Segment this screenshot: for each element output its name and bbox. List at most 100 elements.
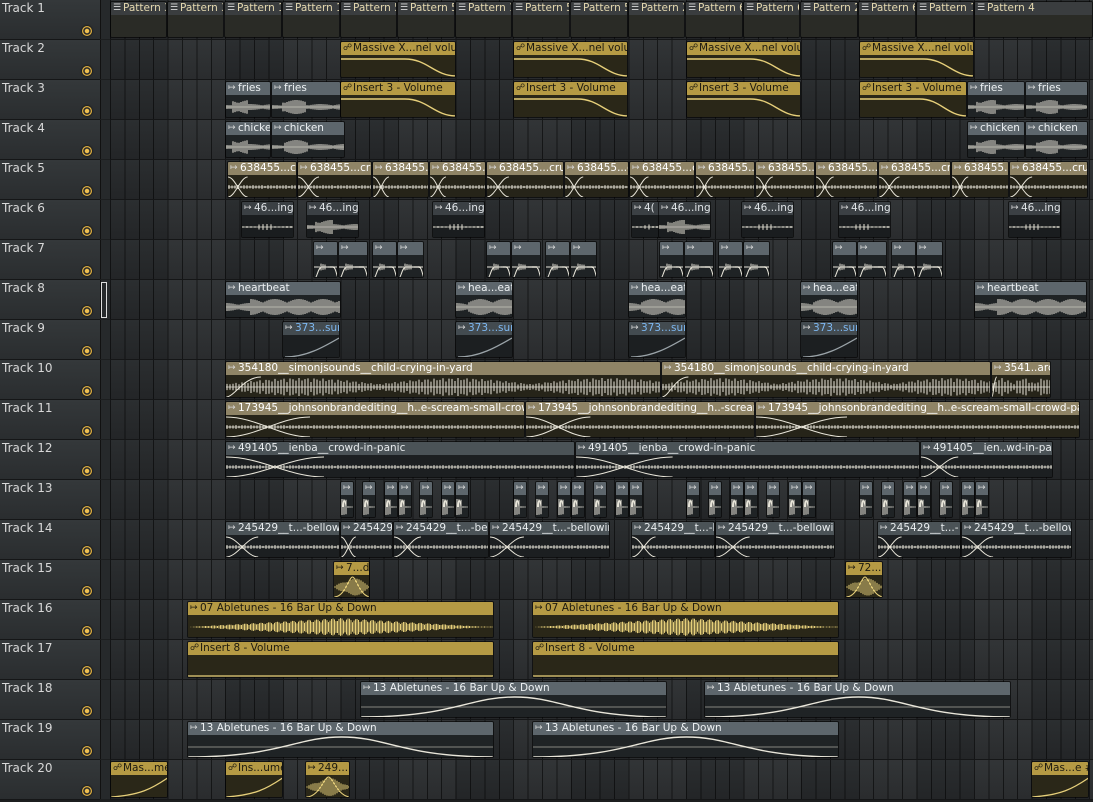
clip-title[interactable]: heartbeat xyxy=(975,282,1086,295)
clip[interactable]: ↦ xyxy=(372,241,397,278)
clip-07-abletunes-16-bar-up-down[interactable]: 07 Abletunes - 16 Bar Up & Down ↦ xyxy=(187,601,494,638)
clip-638455-cru[interactable]: 638455...cru↦ xyxy=(564,161,629,198)
clip-title[interactable]: 638455...crunc xyxy=(487,162,563,175)
clip-245429-t-b[interactable]: 245429__t...-b ↦ xyxy=(631,521,715,558)
track-mute-button[interactable] xyxy=(82,626,92,636)
clip-title[interactable]: fries xyxy=(272,82,340,95)
clip-245429-t-bellowing[interactable]: 245429__t...-bellowing↦ xyxy=(489,521,610,558)
track-lane[interactable]: Mas...me☍ Ins...ume☍ 249...ls↦ Mas...e #2☍ xyxy=(110,760,1093,800)
clip-title[interactable]: 245429__t...-b xyxy=(632,522,714,535)
clip-fries[interactable]: fries ↦ xyxy=(225,81,271,118)
clip-46-ing[interactable]: 46...ing ↦ xyxy=(241,201,294,238)
track-mute-button[interactable] xyxy=(82,66,92,76)
track-header[interactable]: Track 14 xyxy=(0,520,100,560)
clip-title[interactable]: Insert 3 - Volume xyxy=(687,82,800,95)
clip-massive-x-nel-volume[interactable]: Massive X...nel volume☍ xyxy=(686,41,801,78)
clip-13-abletunes-16-bar-up-down[interactable]: 13 Abletunes - 16 Bar Up & Down ↦ xyxy=(532,721,839,758)
clip[interactable]: ↦ xyxy=(615,481,629,518)
clip-title[interactable]: 491405__ienba__crowd-in-panic xyxy=(226,442,574,455)
clip-638455-crun[interactable]: 638455...crun↦ xyxy=(815,161,878,198)
clip-46-ing[interactable]: 46...ing ↦ xyxy=(741,201,794,238)
track-mute-button[interactable] xyxy=(82,586,92,596)
clip-245429-t[interactable]: 245429__t...- ↦ xyxy=(877,521,961,558)
track-mute-button[interactable] xyxy=(82,146,92,156)
clip-title[interactable]: 13 Abletunes - 16 Bar Up & Down xyxy=(705,682,1010,695)
track-lane[interactable]: 7...d↦ 72...d↦ xyxy=(110,560,1093,600)
clip-245429-t-bellowing[interactable]: 245429__t...-bellowing↦ xyxy=(961,521,1072,558)
track-header[interactable]: Track 2 xyxy=(0,40,100,80)
clip-pattern-1[interactable]: Pattern 1☰ xyxy=(455,1,512,38)
clip-title[interactable]: 245429__t...- xyxy=(878,522,960,535)
clip-pattern-5[interactable]: Pattern 5☰ xyxy=(397,1,455,38)
track-mute-button[interactable] xyxy=(82,106,92,116)
clip-title[interactable]: 245429__t...-bellow xyxy=(226,522,339,535)
track-header[interactable]: Track 7 xyxy=(0,240,100,280)
clip-fries[interactable]: fries ↦ xyxy=(1025,81,1088,118)
clip-title[interactable]: Insert 3 - Volume xyxy=(341,82,455,95)
track-lane[interactable]: 373...sum↦ 373...sum↦ 373...sum↦ 373...sum↦ xyxy=(110,320,1093,360)
track-header[interactable]: Track 10 xyxy=(0,360,100,400)
clip[interactable]: ↦ xyxy=(511,241,541,278)
track-header[interactable]: Track 19 xyxy=(0,720,100,760)
track-mute-button[interactable] xyxy=(82,306,92,316)
clip-title[interactable]: 13 Abletunes - 16 Bar Up & Down xyxy=(533,722,838,735)
clip-insert-3-volume[interactable]: Insert 3 - Volume ☍ xyxy=(340,81,456,118)
clip-title[interactable]: chicken xyxy=(272,122,344,135)
track-header[interactable]: Track 8 xyxy=(0,280,100,320)
clip-pattern-1[interactable]: Pattern 1☰ xyxy=(916,1,974,38)
clip-373-sum[interactable]: 373...sum↦ xyxy=(455,321,513,358)
clip-46-ing[interactable]: 46...ing ↦ xyxy=(1008,201,1061,238)
clip-pattern-2[interactable]: Pattern 2☰ xyxy=(628,1,685,38)
clip-173945-johnsonbrandediting-h-scream-sma[interactable]: 173945__johnsonbrandediting__h..-scream-… xyxy=(525,401,755,438)
clip-07-abletunes-16-bar-up-down[interactable]: 07 Abletunes - 16 Bar Up & Down ↦ xyxy=(532,601,839,638)
clip[interactable]: ↦ xyxy=(362,481,376,518)
clip[interactable]: ↦ xyxy=(891,241,916,278)
track-lane[interactable]: 354180__simonjsounds__child-crying-in-ya… xyxy=(110,360,1093,400)
clip[interactable]: ↦ xyxy=(513,481,527,518)
clip-245429-t[interactable]: 245429__t↦ xyxy=(340,521,393,558)
clip-title[interactable]: Insert 8 - Volume xyxy=(188,642,493,655)
clip[interactable]: ↦ xyxy=(859,481,873,518)
clip[interactable]: ↦ xyxy=(744,481,758,518)
clip-pattern-1[interactable]: Pattern 1☰ xyxy=(282,1,340,38)
clip-173945-johnsonbrandediting-h-e-scream-small-crowd-par[interactable]: 173945__johnsonbrandediting__h..e-scream… xyxy=(225,401,525,438)
clip[interactable]: ↦ xyxy=(718,241,743,278)
clip[interactable]: ↦ xyxy=(975,481,989,518)
clip-heartbeat[interactable]: heartbeat ↦ xyxy=(974,281,1087,318)
clip[interactable]: ↦ xyxy=(857,241,887,278)
clip-3541-ard[interactable]: 3541..ard ↦ xyxy=(991,361,1051,398)
clip-638455[interactable]: 638455...(↦ xyxy=(951,161,1009,198)
clip[interactable]: ↦ xyxy=(743,241,770,278)
track-lane[interactable]: Pattern 3☰Pattern 3☰Pattern 1☰Pattern 1☰… xyxy=(110,0,1093,40)
clip-title[interactable]: 638455...cru xyxy=(228,162,296,175)
clip[interactable]: ↦ xyxy=(486,241,511,278)
clip-title[interactable]: 173945__johnsonbrandediting__h..-scream-… xyxy=(526,402,754,415)
track-lane[interactable]: ↦ ↦ ↦ ↦ ↦ ↦ ↦ ↦ ↦ ↦ ↦ ↦ ↦ ↦ ↦ ↦ ↦ ↦ ↦ ↦ ↦ ↦ ↦ ↦ ↦ ↦ ↦ ↦ xyxy=(110,480,1093,520)
clip-title[interactable]: 07 Abletunes - 16 Bar Up & Down xyxy=(533,602,838,615)
clip-title[interactable]: Pattern 4 xyxy=(975,2,1092,15)
clip[interactable]: ↦ xyxy=(397,241,424,278)
clip-title[interactable]: Insert 3 - Volume xyxy=(514,82,627,95)
clip-245429-t-bell[interactable]: 245429__t...-bell ↦ xyxy=(393,521,489,558)
clip[interactable]: ↦ xyxy=(766,481,780,518)
clip[interactable]: ↦ xyxy=(338,241,368,278)
clip-insert-3-volume[interactable]: Insert 3 - Volume ☍ xyxy=(859,81,967,118)
track-lane[interactable]: 13 Abletunes - 16 Bar Up & Down ↦ 13 Ablet… xyxy=(110,680,1093,720)
clip-title[interactable]: 354180__simonjsounds__child-crying-in-ya… xyxy=(226,362,660,375)
clip-title[interactable]: Insert 8 - Volume xyxy=(533,642,838,655)
clip-title[interactable]: 13 Abletunes - 16 Bar Up & Down xyxy=(188,722,493,735)
clip-638455-crun[interactable]: 638455...crun↦ xyxy=(878,161,951,198)
track-lane[interactable]: 638455...cru↦638455...crunc↦638455...i↦6… xyxy=(110,160,1093,200)
track-mute-button[interactable] xyxy=(82,386,92,396)
clip-13-abletunes-16-bar-up-down[interactable]: 13 Abletunes - 16 Bar Up & Down ↦ xyxy=(360,681,667,718)
clip[interactable]: ↦ xyxy=(419,481,433,518)
clip-title[interactable]: 491405__ien..wd-in-panic xyxy=(921,442,1052,455)
track-mute-button[interactable] xyxy=(82,506,92,516)
clip[interactable]: ↦ xyxy=(659,241,684,278)
clip-373-sum[interactable]: 373...sum↦ xyxy=(282,321,340,358)
clip[interactable]: ↦ xyxy=(903,481,917,518)
track-header[interactable]: Track 13 xyxy=(0,480,100,520)
track-header[interactable]: Track 3 xyxy=(0,80,100,120)
clip-7-d[interactable]: 7...d ↦ xyxy=(333,561,370,598)
clip[interactable]: ↦ xyxy=(730,481,744,518)
